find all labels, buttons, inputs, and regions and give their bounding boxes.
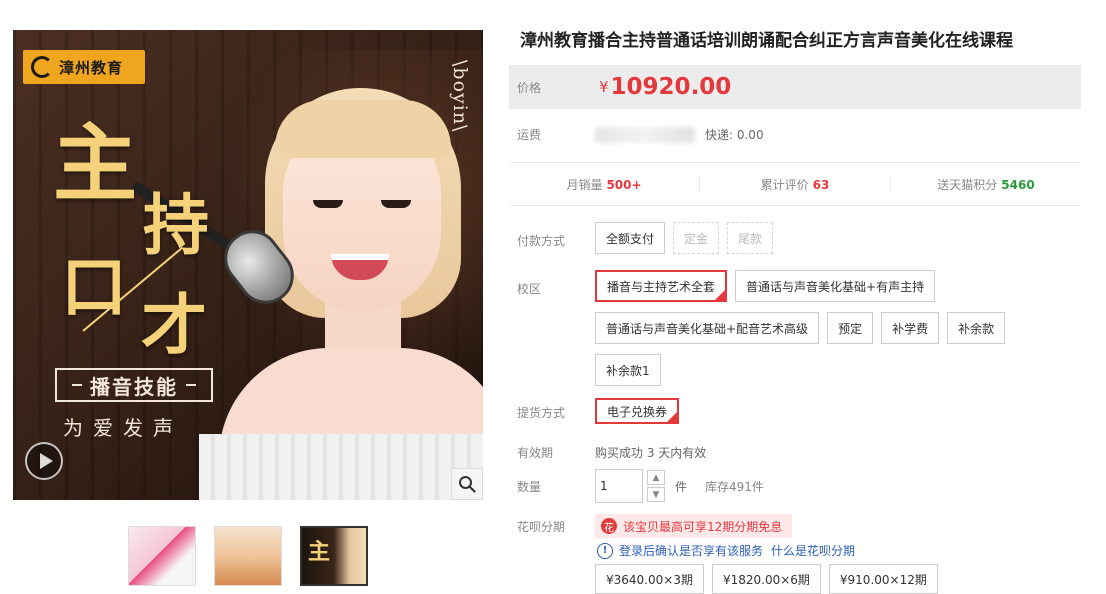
- huabei-help-link[interactable]: 什么是花呗分期: [771, 542, 855, 559]
- huabei-row: 花呗分期 花 该宝贝最高可享12期分期免息: [517, 514, 793, 538]
- price-value: 10920.00: [610, 74, 732, 100]
- payment-option-deposit: 定金: [673, 222, 720, 254]
- delivery-option-voucher[interactable]: 电子兑换券: [595, 398, 680, 424]
- validity-row: 有效期 购买成功 3 天内有效: [517, 444, 706, 461]
- campus-option-2[interactable]: 普通话与声音美化基础+有声主持: [735, 270, 936, 302]
- huabei-icon: 花: [601, 518, 617, 534]
- stat-value: 63: [812, 177, 830, 192]
- stat-value: 5460: [1001, 177, 1035, 192]
- delivery-row: 提货方式: [517, 396, 595, 428]
- shipping-row: 运费 快递: 0.00: [517, 126, 764, 143]
- huabei-notice: ! 登录后确认是否享有该服务 什么是花呗分期: [597, 542, 855, 559]
- validity-value: 购买成功 3 天内有效: [595, 446, 707, 460]
- price-currency: ¥: [599, 78, 609, 96]
- stats-bar: 月销量 500+ 累计评价 63 送天猫积分 5460: [509, 162, 1081, 206]
- slogan: 为爱发声: [63, 416, 183, 440]
- person-bangs: [275, 100, 451, 158]
- campus-option-6[interactable]: 补余款: [947, 312, 1006, 344]
- payment-option-full[interactable]: 全额支付: [595, 222, 666, 254]
- installment-option-3[interactable]: ¥3640.00×3期: [595, 564, 704, 594]
- thumbnail-3-char: 主: [308, 539, 331, 565]
- huabei-notice-text: 登录后确认是否享有该服务: [619, 544, 764, 558]
- payment-option-balance: 尾款: [727, 222, 774, 254]
- shipping-value: 快递: 0.00: [705, 128, 764, 142]
- info-icon: !: [597, 542, 613, 559]
- huabei-label: 花呗分期: [517, 519, 566, 534]
- quantity-increase-button[interactable]: ▲: [647, 470, 665, 485]
- installment-option-12[interactable]: ¥910.00×12期: [828, 564, 938, 594]
- quantity-decrease-button[interactable]: ▼: [647, 487, 665, 502]
- price-bar: 价格 ¥ 10920.00: [509, 65, 1081, 109]
- skill-dash-right: [186, 384, 196, 386]
- shipping-location-blurred: [595, 126, 695, 143]
- quantity-input[interactable]: 1: [595, 469, 643, 503]
- brand-logo-icon: [31, 56, 53, 78]
- campus-option-5[interactable]: 补学费: [881, 312, 940, 344]
- stock-text: 库存491件: [705, 479, 764, 494]
- main-product-image[interactable]: 漳州教育 \boyin\ 主 持 口 才 播音技能 为爱发声: [13, 30, 483, 500]
- validity-label: 有效期: [517, 446, 554, 460]
- brand-name: 漳州教育: [59, 58, 124, 77]
- side-text: \boyin\: [449, 60, 471, 133]
- campus-label: 校区: [517, 281, 542, 296]
- stat-monthly-sales: 月销量 500+: [509, 175, 700, 193]
- person-eye-left: [313, 200, 343, 208]
- stat-label: 送天猫积分: [937, 177, 998, 192]
- zoom-button[interactable]: [451, 468, 483, 500]
- stat-label: 累计评价: [760, 177, 809, 192]
- payment-row: 付款方式: [517, 224, 595, 256]
- title-char-1: 主: [53, 114, 138, 213]
- play-video-button[interactable]: [25, 442, 63, 480]
- campus-option-4[interactable]: 预定: [827, 312, 874, 344]
- stat-points: 送天猫积分 5460: [891, 176, 1081, 193]
- campus-option-7[interactable]: 补余款1: [595, 354, 661, 386]
- title-char-2: 持: [143, 186, 209, 264]
- quantity-label: 数量: [517, 479, 542, 494]
- delivery-options: 电子兑换券: [595, 398, 1065, 424]
- payment-label: 付款方式: [517, 233, 566, 248]
- campus-option-3[interactable]: 普通话与声音美化基础+配音艺术高级: [595, 312, 820, 344]
- installment-options: ¥3640.00×3期 ¥1820.00×6期 ¥910.00×12期: [595, 564, 946, 594]
- quantity-row: 数量 1 ▲ ▼ 件 库存491件: [517, 468, 764, 504]
- stat-reviews[interactable]: 累计评价 63: [700, 175, 891, 193]
- skill-dash-left: [72, 384, 82, 386]
- magnifier-icon: [459, 476, 476, 493]
- skill-label-box: 播音技能: [55, 368, 213, 402]
- person-eye-right: [381, 200, 411, 208]
- thumbnail-3[interactable]: 主: [300, 526, 368, 586]
- huabei-promo: 花 该宝贝最高可享12期分期免息: [595, 514, 793, 538]
- product-title: 漳州教育播合主持普通话培训朗诵配合纠正方言声音美化在线课程: [520, 31, 1013, 51]
- shipping-label: 运费: [517, 128, 542, 142]
- huabei-promo-text: 该宝贝最高可享12期分期免息: [623, 519, 783, 534]
- delivery-label: 提货方式: [517, 405, 566, 420]
- person-dress: [199, 434, 483, 500]
- stat-value: 500+: [606, 177, 642, 192]
- stat-label: 月销量: [566, 177, 603, 192]
- price-label: 价格: [517, 80, 542, 95]
- quantity-stepper: ▲ ▼: [647, 470, 665, 502]
- thumbnail-1[interactable]: [128, 526, 196, 586]
- brand-logo: 漳州教育: [23, 50, 145, 84]
- skill-label: 播音技能: [90, 374, 178, 399]
- campus-options: 播音与主持艺术全套 普通话与声音美化基础+有声主持 普通话与声音美化基础+配音艺…: [595, 270, 1065, 386]
- thumbnail-2[interactable]: [214, 526, 282, 586]
- campus-option-1[interactable]: 播音与主持艺术全套: [595, 270, 728, 302]
- quantity-unit: 件: [675, 479, 688, 494]
- installment-option-6[interactable]: ¥1820.00×6期: [711, 564, 821, 594]
- campus-row: 校区: [517, 272, 595, 304]
- title-char-3: 口: [61, 248, 127, 326]
- thumbnail-strip: 主: [128, 526, 368, 586]
- payment-options: 全额支付 定金 尾款: [595, 222, 1065, 254]
- title-char-4: 才: [141, 286, 207, 364]
